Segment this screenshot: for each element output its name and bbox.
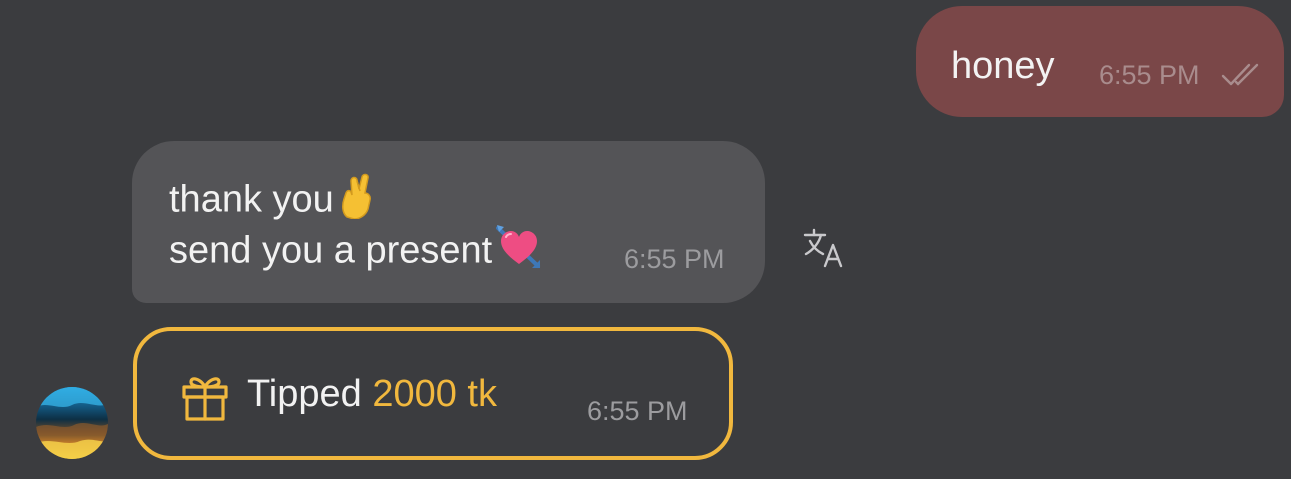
- message-time: 6:55 PM: [587, 396, 688, 426]
- outgoing-message-bubble[interactable]: honey 6:55 PM: [916, 6, 1284, 117]
- tip-card[interactable]: Tipped 2000 tk 6:55 PM: [133, 327, 733, 460]
- double-check-icon: [1221, 62, 1267, 88]
- chat-view: honey 6:55 PM thank you send you a prese…: [0, 0, 1291, 479]
- tip-label: Tipped 2000 tk: [247, 371, 497, 417]
- gift-icon: [179, 370, 231, 422]
- crossed-fingers-emoji: [338, 173, 374, 230]
- translate-icon[interactable]: [801, 226, 847, 270]
- message-time: 6:55 PM: [624, 244, 725, 274]
- heart-with-arrow-emoji: [496, 224, 542, 281]
- message-text-line2: send you a present: [169, 229, 493, 272]
- message-text: honey: [951, 45, 1055, 87]
- avatar[interactable]: [36, 387, 108, 459]
- tip-amount: 2000 tk: [372, 373, 497, 415]
- message-line: send you a present: [169, 224, 542, 281]
- message-time: 6:55 PM: [1099, 60, 1200, 90]
- incoming-message-bubble[interactable]: thank you send you a present 6:55 PM: [132, 141, 765, 303]
- tip-prefix: Tipped: [247, 373, 362, 415]
- message-line: thank you: [169, 173, 374, 230]
- message-text-line1: thank you: [169, 178, 334, 221]
